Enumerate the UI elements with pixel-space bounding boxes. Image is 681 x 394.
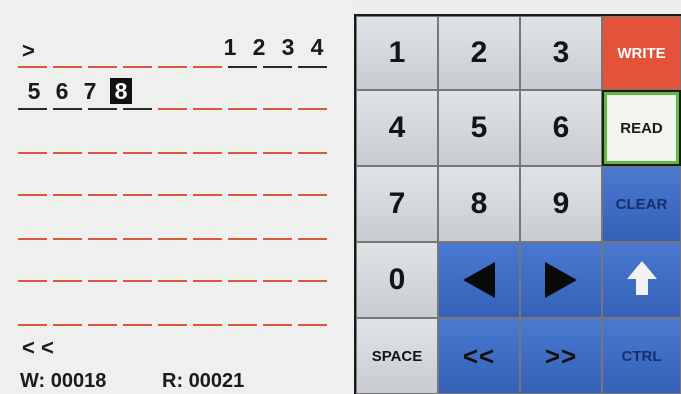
char-slot-underline	[123, 194, 152, 196]
char-slot-underline	[158, 194, 187, 196]
char-slot-underline	[123, 324, 152, 326]
right-arrow-icon	[545, 262, 577, 298]
char-slot-underline	[193, 280, 222, 282]
key-5[interactable]: 5	[438, 90, 520, 166]
terminal-display: > 1 2 3 4 5 6 7 8 < < W: 00018 R: 00021	[0, 0, 354, 394]
char-slot-underline	[18, 108, 47, 110]
char-slot-underline	[158, 66, 187, 68]
char-slot-underline	[193, 108, 222, 110]
char-slot-underline	[123, 152, 152, 154]
char-slot-underline	[88, 108, 117, 110]
char-slot-underline	[298, 66, 327, 68]
char-slot-underline	[88, 324, 117, 326]
char-slot-underline	[298, 324, 327, 326]
cursor-left-button[interactable]	[438, 242, 520, 318]
char-slot-underline	[228, 108, 257, 110]
char-slot-underline	[263, 66, 292, 68]
char-cell: 2	[252, 34, 266, 60]
key-6[interactable]: 6	[520, 90, 602, 166]
char-cell: 4	[310, 34, 324, 60]
char-slot-underline	[193, 152, 222, 154]
char-slot-underline	[88, 238, 117, 240]
char-slot-underline	[18, 152, 47, 154]
output-prompt: < <	[22, 335, 54, 360]
char-slot-underline	[158, 280, 187, 282]
char-slot-underline	[158, 324, 187, 326]
char-slot-underline	[228, 280, 257, 282]
char-slot-underline	[263, 152, 292, 154]
key-8[interactable]: 8	[438, 166, 520, 242]
ctrl-button[interactable]: CTRL	[602, 318, 681, 394]
char-slot-underline	[263, 238, 292, 240]
key-7[interactable]: 7	[356, 166, 438, 242]
key-9[interactable]: 9	[520, 166, 602, 242]
char-slot-underline	[263, 194, 292, 196]
char-cell: 3	[281, 34, 295, 60]
char-slot-underline	[158, 152, 187, 154]
char-slot-underline	[53, 66, 82, 68]
char-slot-underline	[228, 66, 257, 68]
char-slot-underline	[263, 324, 292, 326]
char-slot-underline	[193, 238, 222, 240]
char-slot-underline	[123, 238, 152, 240]
char-slot-underline	[158, 238, 187, 240]
char-cell: 7	[83, 78, 97, 104]
char-slot-underline	[53, 280, 82, 282]
char-slot-underline	[193, 194, 222, 196]
char-slot-underline	[228, 194, 257, 196]
char-slot-underline	[53, 238, 82, 240]
char-slot-underline	[88, 280, 117, 282]
char-slot-underline	[18, 238, 47, 240]
char-slot-underline	[123, 280, 152, 282]
char-slot-underline	[193, 66, 222, 68]
char-slot-underline	[53, 194, 82, 196]
char-slot-underline	[298, 108, 327, 110]
char-slot-underline	[193, 324, 222, 326]
keypad: 1 2 3 WRITE 4 5 6 READ 7 8 9 CLEAR 0 SPA…	[354, 14, 681, 394]
char-slot-underline	[228, 324, 257, 326]
input-prompt: >	[22, 38, 35, 63]
key-4[interactable]: 4	[356, 90, 438, 166]
clear-button[interactable]: CLEAR	[602, 166, 681, 242]
write-counter: W: 00018	[20, 370, 107, 392]
cursor-right-button[interactable]	[520, 242, 602, 318]
char-slot-underline	[298, 152, 327, 154]
char-slot-underline	[158, 108, 187, 110]
char-slot-underline	[88, 152, 117, 154]
shift-button[interactable]	[602, 242, 681, 318]
char-slot-underline	[88, 66, 117, 68]
read-button[interactable]: READ	[604, 92, 679, 164]
word-forward-button[interactable]: >>	[520, 318, 602, 394]
char-slot-underline	[18, 194, 47, 196]
char-slot-underline	[53, 152, 82, 154]
char-slot-underline	[18, 280, 47, 282]
char-slot-underline	[228, 238, 257, 240]
char-slot-underline	[18, 66, 47, 68]
char-slot-underline	[298, 194, 327, 196]
space-button[interactable]: SPACE	[356, 318, 438, 394]
cursor-cell: 8	[110, 78, 132, 104]
read-counter: R: 00021	[162, 370, 245, 392]
char-cell: 1	[223, 34, 237, 60]
key-3[interactable]: 3	[520, 16, 602, 90]
word-back-button[interactable]: <<	[438, 318, 520, 394]
device-screen: > 1 2 3 4 5 6 7 8 < < W: 00018 R: 00021 …	[0, 0, 681, 394]
write-button[interactable]: WRITE	[602, 16, 681, 90]
char-slot-underline	[53, 324, 82, 326]
char-slot-underline	[298, 238, 327, 240]
char-slot-underline	[263, 108, 292, 110]
char-slot-underline	[88, 194, 117, 196]
char-slot-underline	[123, 66, 152, 68]
char-slot-underline	[53, 108, 82, 110]
char-slot-underline	[228, 152, 257, 154]
char-slot-underline	[263, 280, 292, 282]
key-1[interactable]: 1	[356, 16, 438, 90]
left-arrow-icon	[463, 262, 495, 298]
char-slot-underline	[298, 280, 327, 282]
key-2[interactable]: 2	[438, 16, 520, 90]
char-slot-underline	[18, 324, 47, 326]
char-slot-underline	[123, 108, 152, 110]
key-0[interactable]: 0	[356, 242, 438, 318]
up-arrow-icon	[626, 261, 657, 299]
